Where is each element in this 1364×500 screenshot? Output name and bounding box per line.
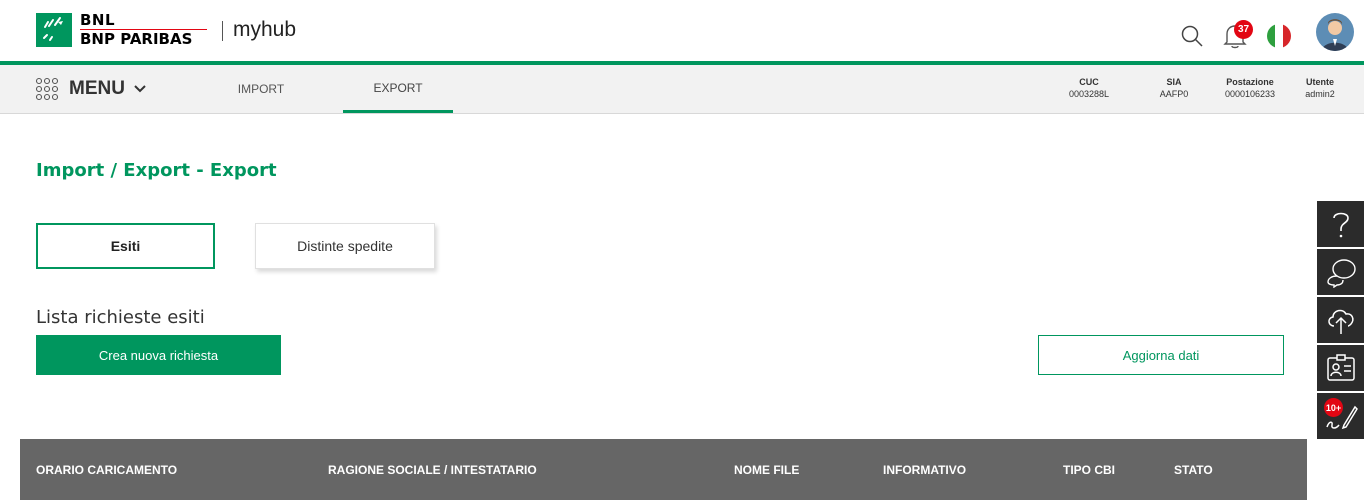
bnl-logo-icon[interactable] [36,13,72,47]
contact-card-icon [1326,354,1355,381]
menu-button[interactable]: MENU [35,77,147,101]
info-cuc-label: CUC [1079,77,1099,87]
page-title: Import / Export - Export [36,160,277,181]
create-request-button[interactable]: Crea nuova richiesta [36,335,281,375]
brand-line-1: BNL [80,11,116,29]
info-utente-value: admin2 [1305,89,1335,99]
chevron-down-icon [134,85,146,93]
help-button[interactable] [1317,201,1364,247]
tab-import[interactable]: IMPORT [222,65,300,113]
info-postazione-value: 0000106233 [1224,89,1276,99]
info-sia-value: AAFP0 [1159,89,1189,99]
chat-icon [1326,259,1356,288]
section-title: Lista richieste esiti [36,307,205,328]
info-postazione: Postazione 0000106233 [1217,76,1283,100]
info-cuc: CUC 0003288L [1064,76,1114,100]
info-sia-label: SIA [1166,77,1182,87]
brand-separator [222,21,223,41]
info-postazione-label: Postazione [1226,77,1274,87]
table-header: ORARIO CARICAMENTO RAGIONE SOCIALE / INT… [20,439,1307,500]
column-orario-caricamento[interactable]: ORARIO CARICAMENTO [36,439,177,500]
notifications-badge: 37 [1234,20,1253,39]
sign-badge: 10+ [1324,398,1343,417]
user-avatar[interactable] [1316,13,1354,51]
contacts-button[interactable] [1317,345,1364,391]
brand-line-2: BNP PARIBAS [80,30,193,48]
sign-button[interactable]: 10+ [1317,393,1364,439]
search-icon[interactable] [1180,24,1204,53]
italian-flag-icon[interactable] [1267,24,1291,48]
brand-name: BNL BNP PARIBAS [80,12,207,48]
nav-bar: MENU IMPORT EXPORT CUC 0003288L SIA AAFP… [0,65,1364,114]
column-nome-file[interactable]: NOME FILE [734,439,799,500]
app-name: myhub [233,18,297,41]
refresh-data-button[interactable]: Aggiorna dati [1038,335,1284,375]
chat-button[interactable] [1317,249,1364,295]
column-tipo-cbi[interactable]: TIPO CBI [1063,439,1115,500]
tab-distinte-spedite[interactable]: Distinte spedite [255,223,435,269]
info-utente: Utente admin2 [1300,76,1340,100]
upload-button[interactable] [1317,297,1364,343]
info-sia: SIA AAFP0 [1154,76,1194,100]
info-utente-label: Utente [1305,77,1334,87]
info-cuc-value: 0003288L [1068,89,1110,99]
help-icon [1332,212,1349,238]
cloud-upload-icon [1327,309,1354,334]
grid-icon [35,77,59,101]
column-ragione-sociale[interactable]: RAGIONE SOCIALE / INTESTATARIO [328,439,537,500]
column-stato[interactable]: STATO [1174,439,1213,500]
tab-export[interactable]: EXPORT [343,65,453,113]
tab-esiti[interactable]: Esiti [36,223,215,269]
notifications-button[interactable]: 37 [1222,20,1258,50]
column-informativo[interactable]: INFORMATIVO [883,439,966,500]
top-bar: BNL BNP PARIBAS myhub 37 [0,0,1364,62]
menu-label: MENU [69,78,125,99]
